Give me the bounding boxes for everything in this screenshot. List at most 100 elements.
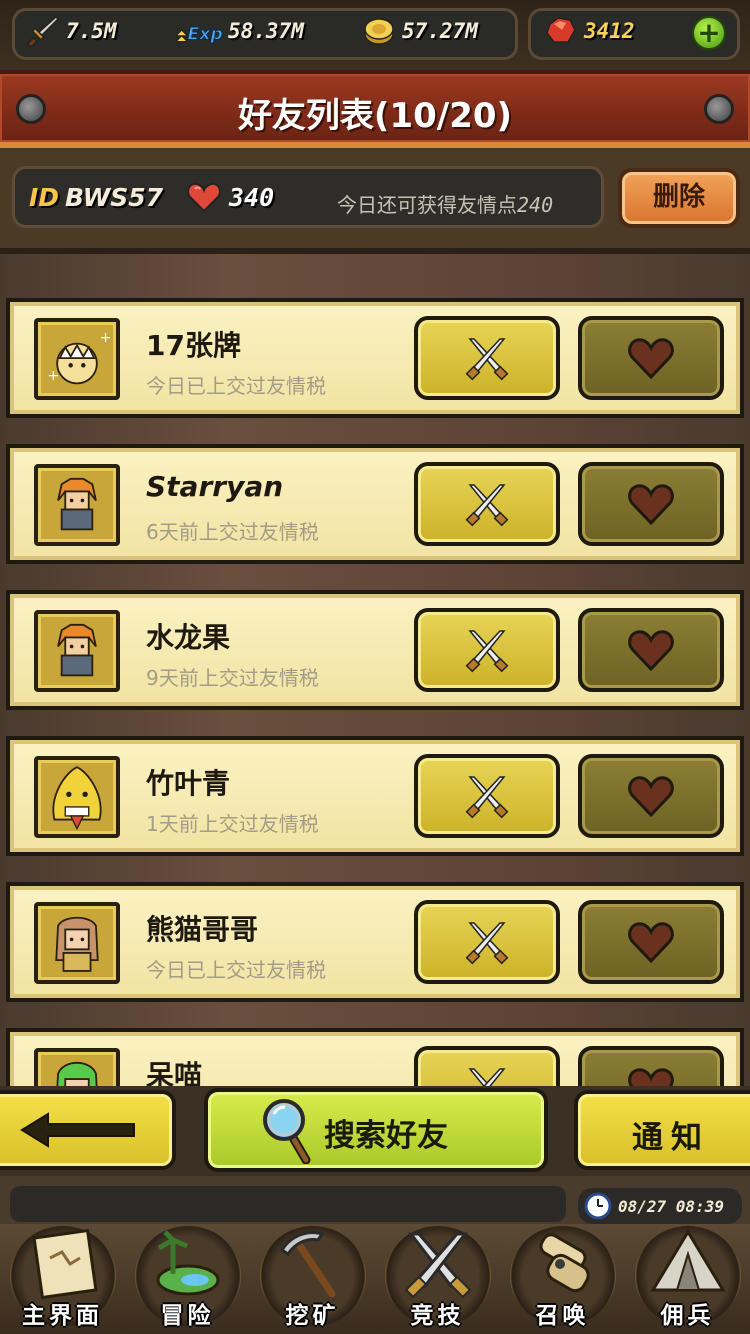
friend-avatar[interactable] — [34, 756, 120, 838]
clock: 08/27 08:39 — [578, 1188, 742, 1224]
friend-avatar[interactable] — [34, 902, 120, 984]
nav-mining[interactable]: 挖矿 — [250, 1224, 375, 1334]
nav-label: 挖矿 — [285, 1303, 340, 1329]
friend-row: 呆喵 — [6, 1028, 744, 1086]
battle-button[interactable] — [414, 754, 560, 838]
svg-text:+: + — [100, 330, 112, 346]
friend-row: 竹叶青 1天前上交过友情税 — [6, 736, 744, 856]
friend-avatar[interactable] — [34, 464, 120, 546]
adventurer-avatar-icon — [55, 916, 99, 972]
heart-icon — [628, 484, 674, 525]
add-gems-button[interactable]: + — [692, 16, 726, 50]
delete-button[interactable]: 删除 — [618, 168, 740, 228]
gem-resource: 3412 — [544, 14, 635, 48]
svg-text:+: + — [47, 368, 59, 384]
warrior-avatar-icon — [57, 623, 97, 677]
friend-row: + + 17张牌 今日已上交过友情税 — [6, 298, 744, 418]
heart-icon — [628, 338, 674, 379]
exp-resource: Exp 58.37M — [174, 14, 304, 48]
battle-button[interactable] — [414, 1046, 560, 1086]
attack-resource: 7.5M — [26, 14, 117, 48]
nav-label: 主界面 — [22, 1303, 103, 1329]
nav-mercenary[interactable]: 佣兵 — [625, 1224, 750, 1334]
exp-icon-text: Exp — [187, 25, 222, 45]
battle-button[interactable] — [414, 608, 560, 692]
gold-resource: 57.27M — [362, 14, 478, 48]
heart-icon — [187, 182, 221, 213]
friend-name: 竹叶青 — [146, 767, 231, 800]
send-heart-button[interactable] — [578, 1046, 724, 1086]
daily-points-value: 240 — [517, 193, 554, 217]
search-friends-button[interactable]: 搜索好友 — [204, 1088, 548, 1172]
send-heart-button[interactable] — [578, 462, 724, 546]
friend-name: 17张牌 — [146, 329, 241, 362]
notifications-button[interactable]: 通知 — [574, 1090, 750, 1170]
nav-label: 佣兵 — [660, 1303, 715, 1329]
action-bar: 搜索好友 通知 — [0, 1086, 750, 1176]
heart-icon — [628, 1068, 674, 1086]
friend-avatar[interactable] — [34, 1048, 120, 1086]
friend-avatar[interactable]: + + — [34, 318, 120, 400]
search-friends-label: 搜索好友 — [324, 1118, 448, 1154]
friend-status: 今日已上交过友情税 — [146, 374, 326, 398]
crossed-swords-icon — [468, 1068, 506, 1086]
player-info-bar: ID BWS57 340 今日还可获得友情点240 删除 — [0, 148, 750, 248]
send-heart-button[interactable] — [578, 900, 724, 984]
resource-bar: 7.5M Exp 58.37M 57.27M 3412 + — [0, 0, 750, 70]
heart-icon — [628, 630, 674, 671]
battle-button[interactable] — [414, 462, 560, 546]
nav-home[interactable]: 主界面 — [0, 1224, 125, 1334]
player-id: BWS57 — [65, 183, 164, 212]
bottom-nav: 主界面 冒险 挖矿 竞技 召唤 佣兵 — [0, 1224, 750, 1334]
plus-icon: + — [697, 16, 721, 49]
send-heart-button[interactable] — [578, 608, 724, 692]
nav-arena[interactable]: 竞技 — [375, 1224, 500, 1334]
friend-status: 1天前上交过友情税 — [146, 812, 319, 836]
battle-button[interactable] — [414, 316, 560, 400]
status-strip: 08/27 08:39 — [0, 1176, 750, 1224]
gold-coin-icon — [364, 18, 394, 45]
friend-status: 9天前上交过友情税 — [146, 666, 319, 690]
friend-row: Starryan 6天前上交过友情税 — [6, 444, 744, 564]
battle-button[interactable] — [414, 900, 560, 984]
friend-list[interactable]: + + 17张牌 今日已上交过友情税 Starryan 6天前上交过友情税 水龙… — [0, 248, 750, 1086]
gold-value: 57.27M — [402, 19, 478, 43]
message-ticker — [10, 1186, 566, 1222]
back-button[interactable] — [0, 1090, 176, 1170]
chick-avatar-icon: ++ — [47, 330, 112, 385]
title-banner: 好友列表(10/20) — [0, 70, 750, 148]
crossed-swords-icon — [465, 776, 509, 819]
nav-label: 召唤 — [535, 1303, 590, 1329]
crossed-swords-icon — [465, 484, 509, 527]
friendship-points: 340 — [187, 181, 274, 213]
hearts-value: 340 — [229, 182, 275, 212]
daily-points-text: 今日还可获得友情点240 — [337, 189, 553, 218]
warrior-avatar-icon — [57, 477, 97, 531]
friend-name: 熊猫哥哥 — [146, 913, 259, 946]
friend-status: 6天前上交过友情税 — [146, 520, 319, 544]
friend-avatar[interactable] — [34, 610, 120, 692]
page-title: 好友列表(10/20) — [237, 96, 513, 136]
nav-label: 竞技 — [410, 1303, 465, 1329]
heart-icon — [628, 776, 674, 817]
crossed-swords-icon — [465, 630, 509, 673]
friend-status: 今日已上交过友情税 — [146, 958, 326, 982]
friend-name: Starryan — [146, 470, 284, 503]
clock-icon — [584, 1192, 612, 1220]
bolt-icon — [704, 94, 734, 124]
gem-value: 3412 — [584, 19, 635, 43]
friend-row: 水龙果 9天前上交过友情税 — [6, 590, 744, 710]
nav-adventure[interactable]: 冒险 — [125, 1224, 250, 1334]
player-info-panel: ID BWS57 340 今日还可获得友情点240 — [12, 166, 604, 228]
friend-name: 呆喵 — [146, 1059, 203, 1086]
green-hair-avatar-icon — [56, 1061, 98, 1086]
ruby-icon — [546, 17, 576, 43]
exp-value: 58.37M — [228, 19, 304, 43]
id-label: ID — [29, 183, 60, 212]
nav-label: 冒险 — [160, 1303, 215, 1329]
nav-summon[interactable]: 召唤 — [500, 1224, 625, 1334]
send-heart-button[interactable] — [578, 754, 724, 838]
send-heart-button[interactable] — [578, 316, 724, 400]
exp-icon: Exp — [174, 24, 222, 45]
friend-name: 水龙果 — [146, 621, 231, 654]
